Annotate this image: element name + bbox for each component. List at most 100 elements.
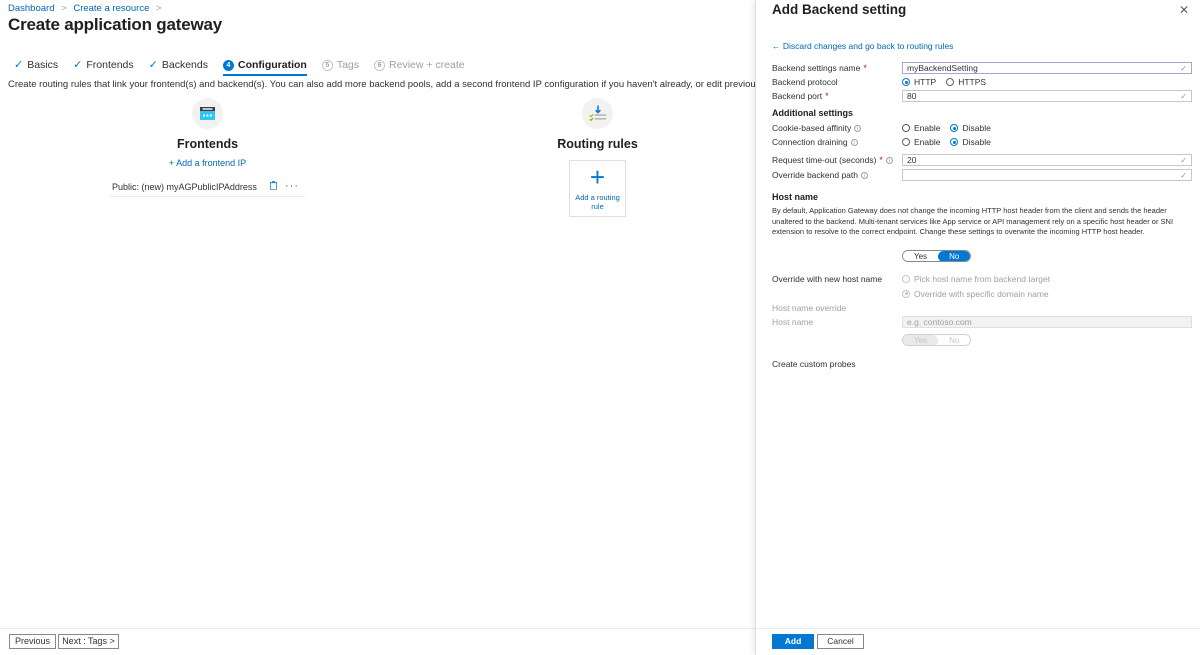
field-control: Enable Disable [902,136,1192,148]
info-icon[interactable]: i [850,139,858,146]
required-asterisk: * [825,91,829,101]
input-value: 20 [907,155,917,165]
radio-enable[interactable]: Enable [902,137,940,147]
toggle-option-yes[interactable]: Yes [903,335,939,345]
tab-label: Review + create [389,59,465,71]
radio-label: Override with specific domain name [914,288,1049,299]
check-icon: ✓ [14,58,24,71]
toggle-option-yes[interactable]: Yes [903,251,939,261]
tab-label: Configuration [238,59,307,71]
add-routing-rule-tile[interactable]: + Add a routing rule [569,160,626,217]
request-timeout-input[interactable]: 20 ✓ [902,154,1192,166]
field-control: e.g. contoso.com [902,315,1192,328]
override-backend-path-input[interactable]: ✓ [902,169,1192,181]
step-number-badge: 4 [223,59,234,71]
radio-disable[interactable]: Disable [950,123,991,133]
field-label-spacer [772,330,902,331]
field-control: 80 ✓ [902,90,1192,102]
radio-pick-host-name-from-backend-target[interactable]: Pick host name from backend target [902,274,1050,284]
field-create-custom-probes: Create custom probes [756,358,1200,370]
field-label: Host name override [772,302,902,314]
tab-label: Backends [161,59,208,71]
field-override-with-new-host-name: Override with new host name Pick host na… [756,273,1200,300]
field-label-spacer [772,246,902,247]
field-host-name: Host name e.g. contoso.com [756,315,1200,328]
configuration-intro-text: Create routing rules that link your fron… [8,79,825,90]
radio-label: Enable [914,137,941,147]
tab-basics[interactable]: ✓ Basics [8,57,67,78]
tab-label: Frontends [86,59,134,71]
tab-label: Tags [336,59,360,71]
radio-dot-icon [902,138,910,146]
radio-enable[interactable]: Enable [902,123,940,133]
panel-footer: Add Cancel [756,628,1200,655]
label-text: Host name [772,316,814,327]
radio-dot-icon [902,289,910,298]
field-control: Yes No [902,246,1192,264]
cancel-button[interactable]: Cancel [817,634,864,649]
required-asterisk: * [863,63,867,73]
ellipsis-icon[interactable]: ··· [285,181,299,192]
backend-settings-name-input[interactable]: myBackendSetting ✓ [902,62,1192,74]
radio-dot-icon [950,124,959,132]
validated-check-icon: ✓ [1180,64,1187,73]
toggle-option-no[interactable]: No [938,251,971,261]
radio-override-with-specific-domain-name[interactable]: Override with specific domain name [902,289,1049,299]
add-button[interactable]: Add [772,634,814,649]
frontend-list: Public: (new) myAGPublicIPAddress ··· [110,178,305,197]
radio-label: Disable [962,137,991,147]
add-frontend-ip-link[interactable]: + Add a frontend IP [110,158,305,168]
breadcrumb-item-create-a-resource[interactable]: Create a resource [73,3,149,14]
host-name-override-toggle[interactable]: Yes No [902,250,972,262]
field-label: Create custom probes [772,358,902,370]
radio-label: HTTP [914,77,937,87]
tab-label: Basics [27,59,59,71]
breadcrumb-separator-2: > [156,3,162,14]
tab-frontends[interactable]: ✓ Frontends [67,57,143,78]
breadcrumb: Dashboard > Create a resource > [8,3,166,14]
info-icon[interactable]: i [885,157,893,164]
next-tags-button[interactable]: Next : Tags > [58,634,119,649]
host-name-input[interactable]: e.g. contoso.com [902,315,1192,328]
override-host-name-radio-group: Pick host name from backend target Overr… [902,273,1192,300]
info-icon[interactable]: i [854,125,862,132]
page-more-icon[interactable]: ··· [172,19,187,33]
validated-check-icon: ✓ [1180,171,1187,180]
additional-settings-heading: Additional settings [772,108,853,118]
label-text: Connection draining [772,137,848,147]
connection-draining-radio-group: Enable Disable [902,136,1192,148]
field-control: Pick host name from backend target Overr… [902,273,1192,300]
backend-port-input[interactable]: 80 ✓ [902,90,1192,102]
host-name-secondary-toggle-row: Yes No [756,330,1200,348]
field-label: Override backend path i [772,169,902,181]
field-backend-port: Backend port * 80 ✓ [756,90,1200,102]
wizard-footer: Previous Next : Tags > [0,628,755,655]
backend-setting-form: Backend settings name * myBackendSetting… [756,62,1200,372]
radio-dot-icon [902,124,910,132]
field-control: 20 ✓ [902,154,1192,166]
validated-check-icon: ✓ [1180,156,1187,165]
previous-button[interactable]: Previous [9,634,56,649]
validated-check-icon: ✓ [1180,92,1187,101]
required-asterisk: * [879,155,883,165]
radio-http[interactable]: HTTP [902,77,936,87]
radio-disable[interactable]: Disable [950,137,991,147]
tab-review-create[interactable]: 6 Review + create [368,57,474,78]
host-name-toggle-row: Yes No [756,246,1200,264]
close-icon[interactable]: ✕ [1177,4,1191,18]
routing-rules-label: Routing rules [557,137,638,151]
discard-changes-back-link[interactable]: ← Discard changes and go back to routing… [772,41,953,51]
toggle-option-no[interactable]: No [938,335,971,345]
radio-https[interactable]: HTTPS [946,77,986,87]
tab-tags[interactable]: 5 Tags [316,57,368,78]
check-icon: ✓ [73,58,83,71]
browser-window-icon [192,98,223,129]
tab-configuration[interactable]: 4 Configuration [217,57,316,78]
tab-backends[interactable]: ✓ Backends [143,57,217,78]
host-name-secondary-toggle[interactable]: Yes No [902,334,972,346]
list-item[interactable]: Public: (new) myAGPublicIPAddress ··· [110,178,305,197]
trash-icon[interactable] [270,181,277,192]
info-icon[interactable]: i [861,172,868,179]
label-text: Backend settings name [772,63,861,73]
breadcrumb-item-dashboard[interactable]: Dashboard [8,3,54,14]
